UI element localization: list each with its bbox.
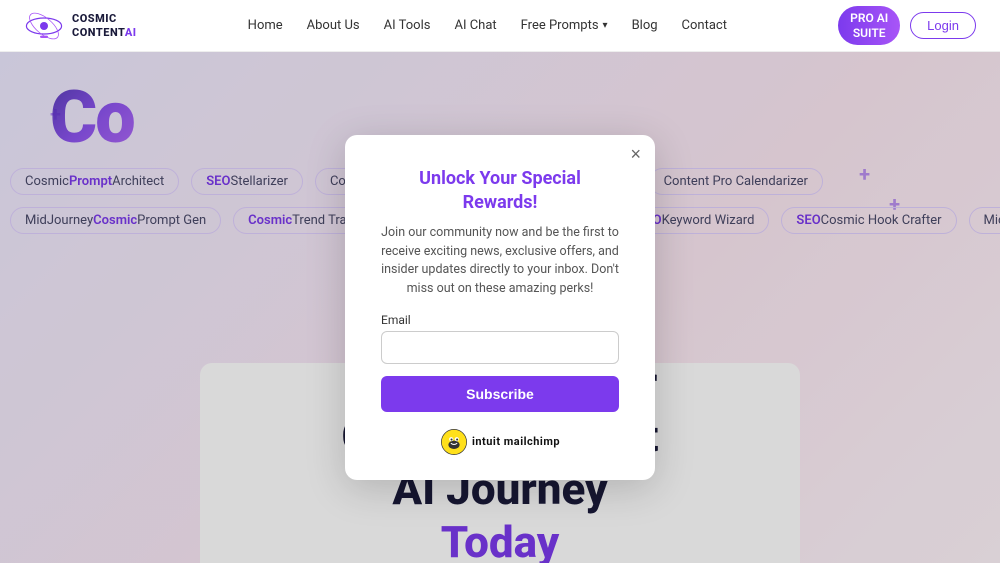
mailchimp-logo: intuit mailchimp xyxy=(440,428,560,456)
pro-suite-badge[interactable]: PRO AI SUITE xyxy=(838,6,900,45)
logo-icon xyxy=(24,11,64,41)
mailchimp-footer: intuit mailchimp xyxy=(381,428,619,456)
nav-free-prompts-dropdown[interactable]: Free Prompts ▾ xyxy=(521,18,608,33)
login-button[interactable]: Login xyxy=(910,12,976,39)
navbar: COSMIC CONTENTAI Home About Us AI Tools … xyxy=(0,0,1000,52)
nav-contact-link[interactable]: Contact xyxy=(682,18,727,33)
nav-ai-chat-link[interactable]: AI Chat xyxy=(454,18,496,33)
logo[interactable]: COSMIC CONTENTAI xyxy=(24,11,137,41)
nav-about-link[interactable]: About Us xyxy=(307,18,360,33)
email-signup-modal: × Unlock Your Special Rewards! Join our … xyxy=(345,135,655,480)
nav-blog-link[interactable]: Blog xyxy=(632,18,658,33)
modal-close-button[interactable]: × xyxy=(630,145,641,163)
chevron-down-icon: ▾ xyxy=(603,20,608,31)
subscribe-button[interactable]: Subscribe xyxy=(381,376,619,412)
modal-overlay[interactable]: × Unlock Your Special Rewards! Join our … xyxy=(0,52,1000,563)
modal-body: Join our community now and be the first … xyxy=(381,224,619,299)
nav-links: Home About Us AI Tools AI Chat Free Prom… xyxy=(248,18,727,33)
mailchimp-icon xyxy=(440,428,468,456)
nav-ai-tools-link[interactable]: AI Tools xyxy=(384,18,431,33)
main-content: + Co + + Cosmic Prompt Architect SEO Ste… xyxy=(0,52,1000,563)
logo-text: COSMIC CONTENTAI xyxy=(72,12,137,38)
modal-title: Unlock Your Special Rewards! xyxy=(381,167,619,214)
email-input[interactable] xyxy=(381,331,619,364)
nav-home-link[interactable]: Home xyxy=(248,18,283,33)
email-label: Email xyxy=(381,313,619,327)
